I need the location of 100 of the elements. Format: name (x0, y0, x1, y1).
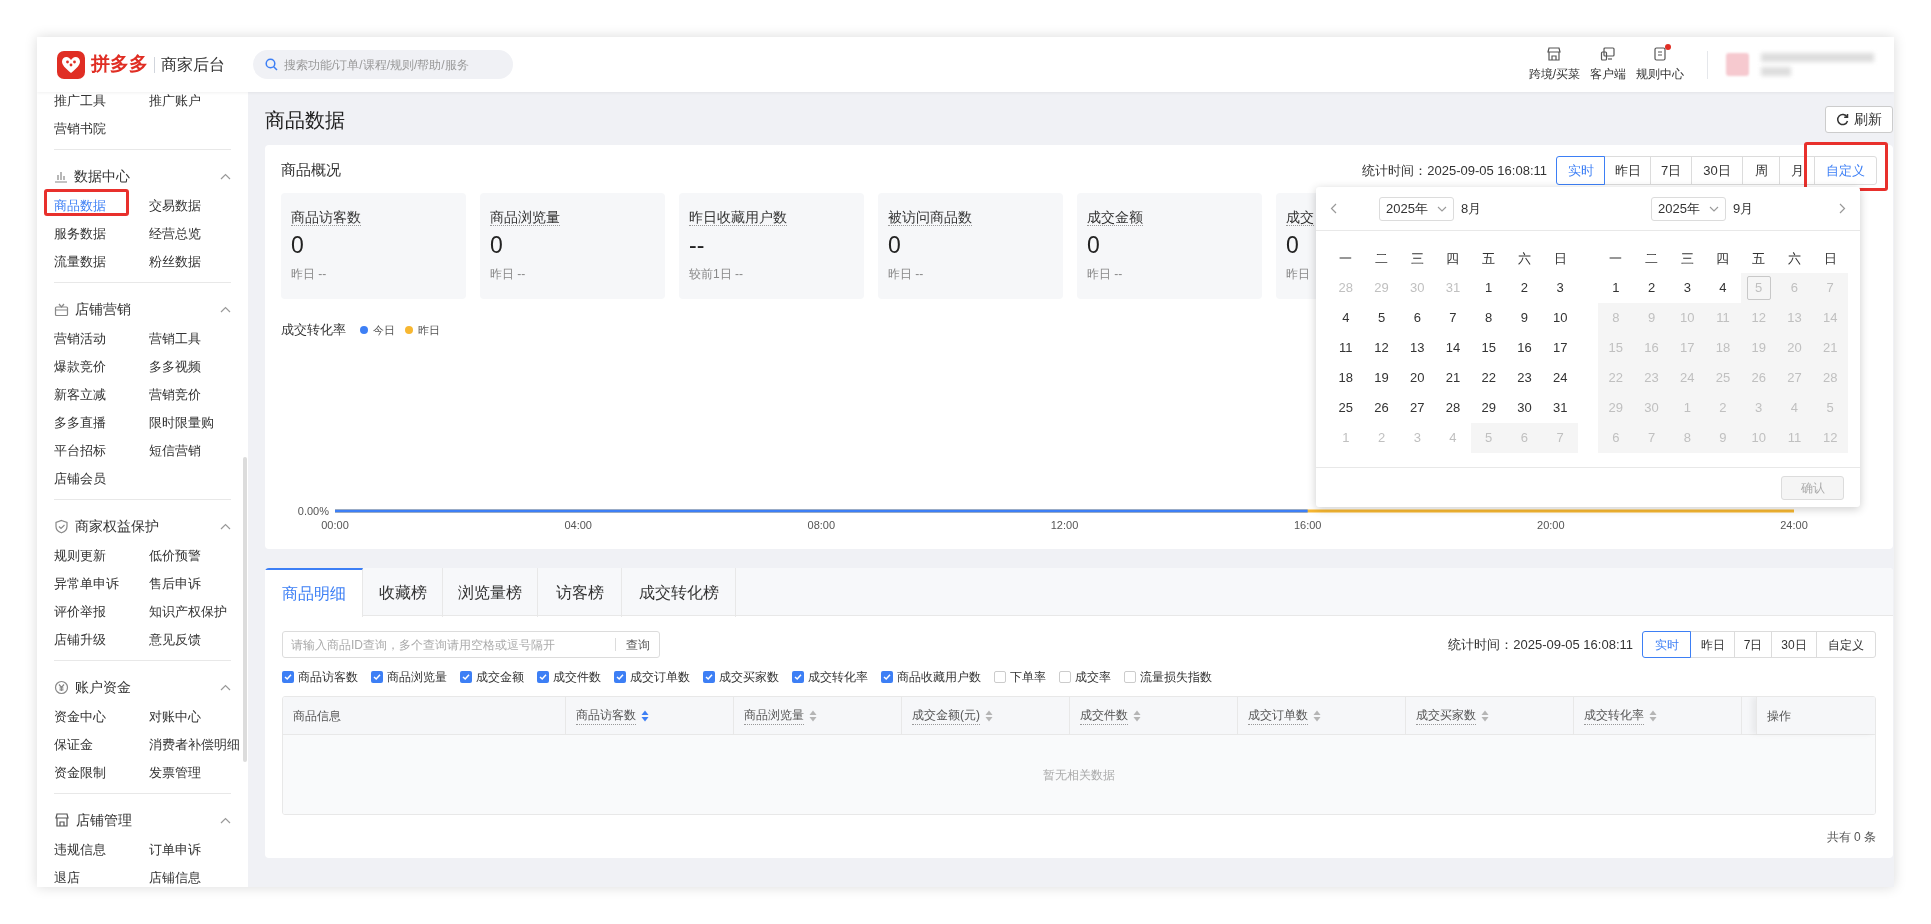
sidebar-link[interactable]: 交易数据 (149, 196, 201, 216)
prev-month-button[interactable] (1330, 203, 1337, 214)
sidebar-link[interactable]: 新客立减 (54, 385, 106, 405)
calendar-day[interactable]: 1 (1600, 276, 1631, 300)
metric-checkbox[interactable]: 商品访客数 (282, 668, 358, 686)
tab[interactable]: 访客榜 (538, 568, 622, 617)
calendar-day[interactable]: 8 (1473, 306, 1504, 330)
tab[interactable]: 成交转化榜 (622, 568, 736, 617)
column-header[interactable]: 成交买家数 (1406, 697, 1574, 734)
sidebar-link[interactable]: 评价举报 (54, 602, 106, 622)
metric-checkbox[interactable]: 流量损失指数 (1124, 668, 1212, 686)
metric-checkbox[interactable]: 商品收藏用户数 (881, 668, 981, 686)
sidebar-link[interactable]: 资金中心 (54, 707, 106, 727)
sidebar-link[interactable]: 店铺会员 (54, 469, 106, 489)
calendar-day[interactable]: 23 (1509, 366, 1540, 390)
sidebar-link[interactable]: 保证金 (54, 735, 93, 755)
sidebar-link[interactable]: 推广工具 (54, 92, 106, 111)
metric-checkbox[interactable]: 成交金额 (460, 668, 524, 686)
range-tab[interactable]: 7日 (1650, 156, 1692, 185)
metric-checkbox[interactable]: 成交转化率 (792, 668, 868, 686)
sort-icon[interactable] (985, 709, 993, 722)
calendar-day[interactable]: 2 (1509, 276, 1540, 300)
metric-checkbox[interactable]: 下单率 (994, 668, 1046, 686)
checkbox[interactable] (371, 671, 383, 683)
calendar-day[interactable]: 24 (1545, 366, 1576, 390)
sidebar-link[interactable]: 多多视频 (149, 357, 201, 377)
range-tab[interactable]: 7日 (1734, 631, 1772, 658)
year-select[interactable]: 2025年 (1379, 196, 1454, 221)
sort-icon[interactable] (1133, 709, 1141, 722)
calendar-day[interactable]: 27 (1402, 396, 1433, 420)
sort-icon[interactable] (1649, 709, 1657, 722)
metric-checkbox[interactable]: 成交件数 (537, 668, 601, 686)
sidebar-link[interactable]: 商品数据 (54, 196, 106, 216)
checkbox[interactable] (994, 671, 1006, 683)
sort-icon[interactable] (1313, 709, 1321, 722)
calendar-day[interactable]: 19 (1366, 366, 1397, 390)
range-tab[interactable]: 实时 (1642, 631, 1691, 658)
checkbox[interactable] (614, 671, 626, 683)
checkbox[interactable] (881, 671, 893, 683)
search-field[interactable]: 搜索功能/订单/课程/规则/帮助/服务 (253, 50, 513, 79)
sidebar-link[interactable]: 售后申诉 (149, 574, 201, 594)
chevron-icon[interactable] (220, 522, 231, 530)
sidebar-link[interactable]: 低价预警 (149, 546, 201, 566)
metric-checkbox[interactable]: 成交率 (1059, 668, 1111, 686)
calendar-day[interactable]: 21 (1438, 366, 1468, 390)
metric-checkbox[interactable]: 成交买家数 (703, 668, 779, 686)
calendar-day[interactable]: 29 (1473, 396, 1504, 420)
range-tab[interactable]: 周 (1742, 156, 1780, 185)
calendar-day[interactable]: 4 (1330, 306, 1361, 330)
column-header[interactable]: 成交订单数 (1238, 697, 1406, 734)
calendar-day[interactable]: 20 (1402, 366, 1433, 390)
sidebar-link[interactable]: 发票管理 (149, 763, 201, 783)
sidebar-link[interactable]: 营销活动 (54, 329, 106, 349)
range-tab[interactable]: 30日 (1771, 631, 1817, 658)
range-tab[interactable]: 实时 (1556, 156, 1605, 185)
metric-checkbox[interactable]: 商品浏览量 (371, 668, 447, 686)
column-header[interactable]: 成交金额(元) (902, 697, 1070, 734)
calendar-day[interactable]: 1 (1473, 276, 1504, 300)
nav-button[interactable]: 跨境/买菜 (1523, 46, 1585, 83)
range-tab[interactable]: 30日 (1691, 156, 1743, 185)
calendar-day[interactable]: 26 (1366, 396, 1397, 420)
calendar-day[interactable]: 25 (1330, 396, 1361, 420)
sort-icon[interactable] (641, 709, 649, 722)
range-tab[interactable]: 自定义 (1814, 156, 1877, 185)
calendar-day[interactable]: 16 (1509, 336, 1540, 360)
column-header[interactable]: 成交转化率 (1574, 697, 1742, 734)
sidebar-link[interactable]: 规则更新 (54, 546, 106, 566)
calendar-day[interactable]: 6 (1402, 306, 1433, 330)
column-header[interactable]: 商品信息 (283, 697, 566, 734)
checkbox[interactable] (460, 671, 472, 683)
calendar-day[interactable]: 9 (1509, 306, 1540, 330)
sidebar-link[interactable]: 意见反馈 (149, 630, 201, 650)
sidebar-link[interactable]: 店铺升级 (54, 630, 106, 650)
calendar-day[interactable]: 15 (1473, 336, 1504, 360)
sidebar-link[interactable]: 经营总览 (149, 224, 201, 244)
calendar-day[interactable]: 2 (1636, 276, 1667, 300)
calendar-day[interactable]: 10 (1545, 306, 1576, 330)
sidebar-link[interactable]: 服务数据 (54, 224, 106, 244)
sidebar-link[interactable]: 营销工具 (149, 329, 201, 349)
sidebar-link[interactable]: 订单申诉 (149, 840, 201, 860)
chevron-icon[interactable] (220, 305, 231, 313)
calendar-day[interactable]: 22 (1473, 366, 1504, 390)
search-button[interactable]: 查询 (617, 632, 659, 657)
checkbox[interactable] (282, 671, 294, 683)
sort-icon[interactable] (1481, 709, 1489, 722)
calendar-day[interactable]: 11 (1330, 336, 1361, 360)
calendar-day[interactable]: 3 (1545, 276, 1576, 300)
sidebar-link[interactable]: 平台招标 (54, 441, 106, 461)
year-select[interactable]: 2025年 (1651, 196, 1726, 221)
calendar-day[interactable]: 28 (1438, 396, 1468, 420)
calendar-day[interactable]: 5 (1366, 306, 1397, 330)
sidebar-link[interactable]: 违规信息 (54, 840, 106, 860)
sidebar-link[interactable]: 粉丝数据 (149, 252, 201, 272)
sort-icon[interactable] (809, 709, 817, 722)
sidebar-link[interactable]: 限时限量购 (149, 413, 214, 433)
range-tab[interactable]: 昨日 (1690, 631, 1735, 658)
range-tab[interactable]: 月 (1779, 156, 1815, 185)
refresh-button[interactable]: 刷新 (1825, 106, 1893, 133)
calendar-day[interactable]: 14 (1438, 336, 1468, 360)
sidebar-link[interactable]: 消费者补偿明细 (149, 735, 240, 755)
